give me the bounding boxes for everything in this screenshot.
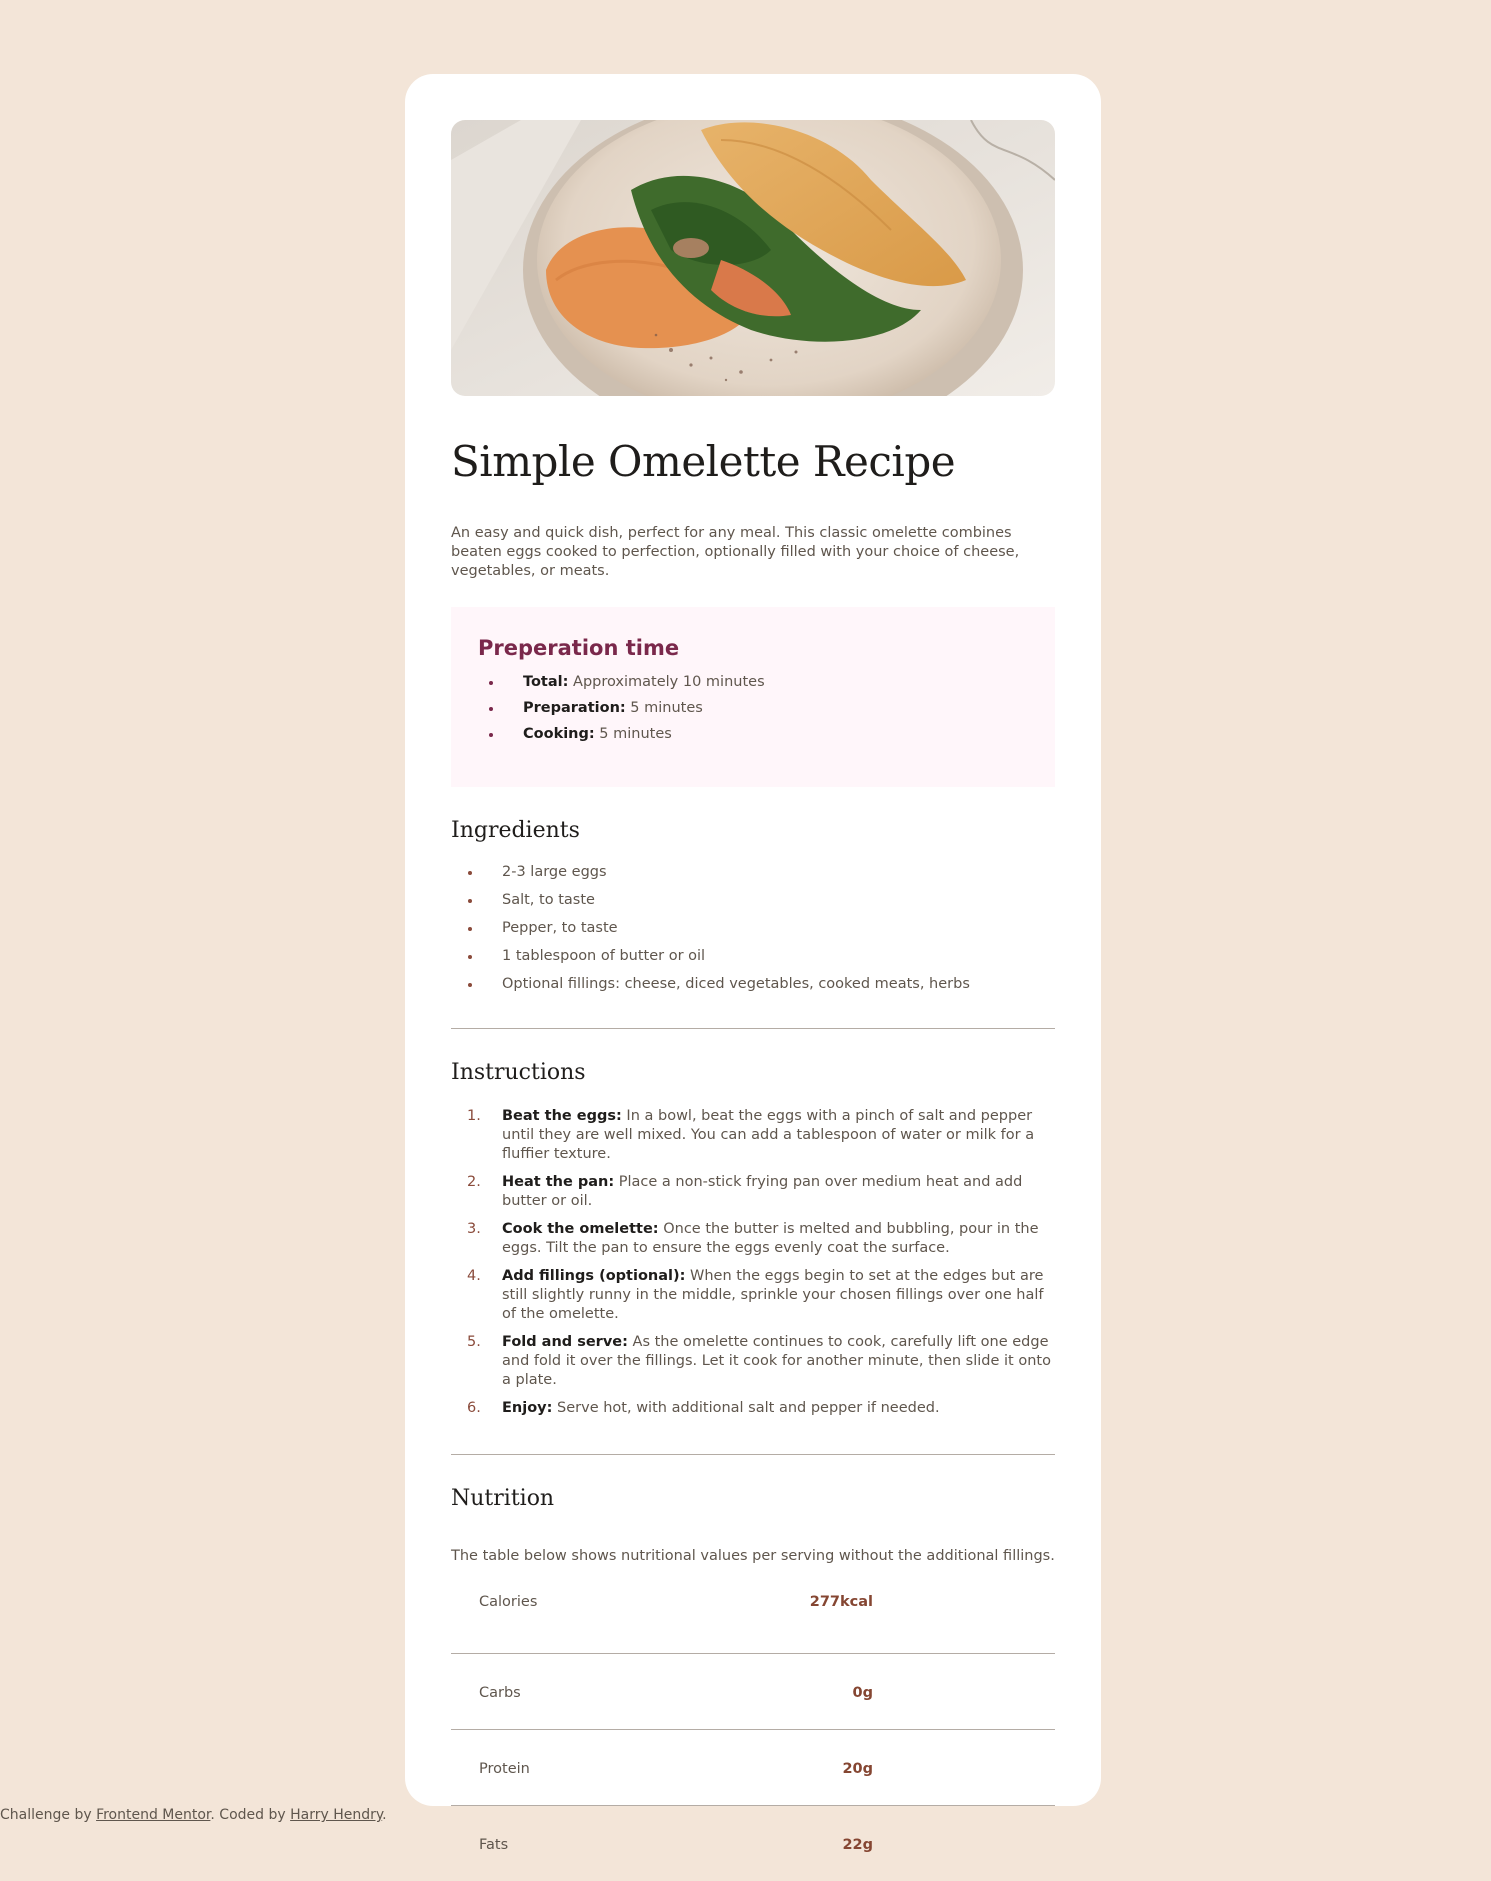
nutrient-value: 20g [842,1761,873,1777]
step-number: 5. [467,1334,481,1350]
step-number: 6. [467,1400,481,1416]
omelette-photo [451,120,1055,396]
recipe-card: Simple Omelette Recipe An easy and quick… [405,74,1101,1853]
list-item-label: Total: [523,674,569,690]
ingredients-title: Ingredients [451,818,580,843]
table-row: Carbs 0g [451,1654,1055,1730]
bullet-icon [489,707,493,711]
nutrient-label: Protein [479,1761,530,1777]
instructions-list: 1. Beat the eggs: In a bowl, beat the egg… [451,1107,1055,1418]
nutrient-value: 277kcal [809,1594,873,1610]
list-item-text: Optional fillings: cheese, diced vegetab… [502,976,970,992]
list-item: 1. Beat the eggs: In a bowl, beat the egg… [451,1107,1055,1164]
nutrient-label: Fats [479,1837,509,1853]
list-item: 3. Cook the omelette: Once the butter is … [451,1220,1055,1258]
table-row: Fats 22g [451,1806,1055,1881]
nutrition-section: Nutrition The table below shows nutritio… [451,1485,1055,1881]
step-text: Serve hot, with additional salt and pepp… [552,1400,940,1416]
instructions-title: Instructions [451,1060,586,1085]
preparation-time-title: Preperation time [478,636,680,660]
bullet-icon [468,871,472,875]
author-link[interactable]: Harry Hendry [290,1807,382,1823]
list-item: 6. Enjoy: Serve hot, with additional salt… [451,1399,1055,1418]
list-item: Total: Approximately 10 minutes [478,673,1027,692]
footer-suffix: . [382,1807,387,1823]
divider [451,1454,1055,1455]
step-label: Fold and serve: [502,1334,628,1350]
list-item: Optional fillings: cheese, diced vegetab… [451,975,1055,994]
step-label: Add fillings (optional): [502,1268,686,1284]
list-item: Salt, to taste [451,891,1055,910]
bullet-icon [468,899,472,903]
nutrition-table: Calories 277kcal Carbs 0g Protein 20g Fa… [451,1578,1055,1881]
page-title: Simple Omelette Recipe [451,437,956,486]
ingredients-list: 2-3 large eggs Salt, to taste Pepper, to… [451,863,1055,994]
step-label: Beat the eggs: [502,1108,622,1124]
nutrient-label: Calories [479,1594,538,1610]
list-item-label: Preparation: [523,700,626,716]
preparation-time-list: Total: Approximately 10 minutes Preparat… [478,673,1027,744]
list-item-text: 1 tablespoon of butter or oil [502,948,706,964]
nutrient-value: 0g [852,1685,873,1701]
list-item-text: 5 minutes [594,726,672,742]
ingredients-section: Ingredients 2-3 large eggs Salt, to tast… [451,817,1055,994]
divider [451,1028,1055,1029]
instructions-section: Instructions 1. Beat the eggs: In a bowl,… [451,1059,1055,1418]
nutrition-description: The table below shows nutritional values… [451,1548,1055,1564]
bullet-icon [489,733,493,737]
table-row: Calories 277kcal [451,1578,1055,1654]
nutrient-label: Carbs [479,1685,521,1701]
list-item: 1 tablespoon of butter or oil [451,947,1055,966]
frontend-mentor-link[interactable]: Frontend Mentor [96,1807,210,1823]
list-item: 4. Add fillings (optional): When the eggs… [451,1267,1055,1324]
list-item: 5. Fold and serve: As the omelette contin… [451,1333,1055,1390]
attribution-footer: Challenge by Frontend Mentor. Coded by H… [0,1806,387,1824]
bullet-icon [468,927,472,931]
nutrition-title: Nutrition [451,1486,555,1511]
step-label: Heat the pan: [502,1174,615,1190]
list-item-text: 2-3 large eggs [502,864,607,880]
list-item-text: 5 minutes [625,700,703,716]
step-label: Cook the omelette: [502,1221,659,1237]
list-item: Pepper, to taste [451,919,1055,938]
step-number: 4. [467,1268,481,1284]
step-number: 3. [467,1221,481,1237]
list-item-text: Salt, to taste [502,892,595,908]
recipe-intro: An easy and quick dish, perfect for any … [451,525,1020,579]
step-label: Enjoy: [502,1400,553,1416]
list-item: 2-3 large eggs [451,863,1055,882]
table-row: Protein 20g [451,1730,1055,1806]
list-item: 2. Heat the pan: Place a non-stick frying… [451,1173,1055,1211]
step-number: 1. [467,1108,481,1124]
list-item: Cooking: 5 minutes [478,725,1027,744]
bullet-icon [468,955,472,959]
footer-middle: . Coded by [210,1807,291,1823]
footer-prefix: Challenge by [0,1807,97,1823]
list-item-label: Cooking: [523,726,595,742]
list-item: Preparation: 5 minutes [478,699,1027,718]
preparation-time-box: Preperation time Total: Approximately 10… [451,607,1055,787]
nutrient-value: 22g [842,1837,873,1853]
step-number: 2. [467,1174,481,1190]
list-item-text: Approximately 10 minutes [568,674,765,690]
list-item-text: Pepper, to taste [502,920,618,936]
bullet-icon [468,983,472,987]
bullet-icon [489,681,493,685]
